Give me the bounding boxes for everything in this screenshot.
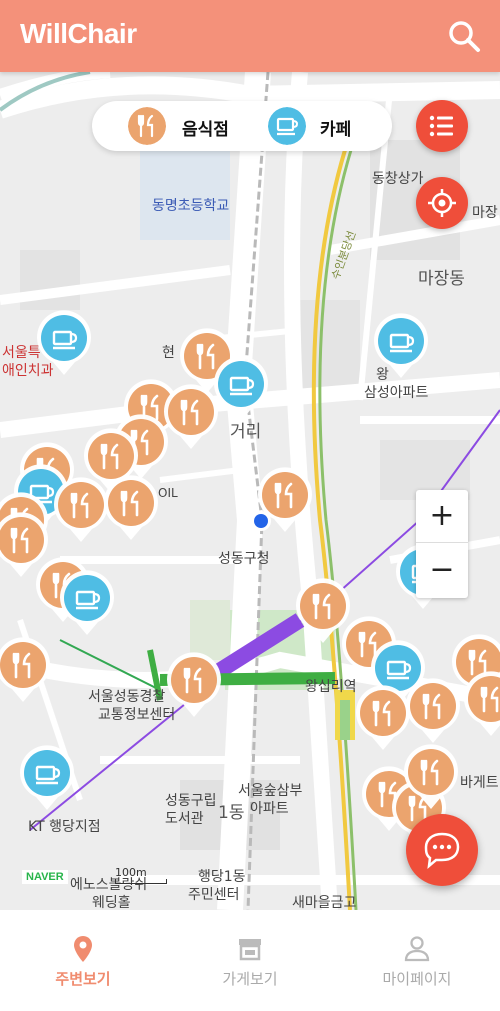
map-label-samsung-apt-2: 삼성아파트 [364, 385, 429, 401]
restaurant-filter-icon[interactable] [128, 107, 166, 145]
nav-mypage[interactable]: 마이페이지 [334, 910, 500, 1011]
restaurant-marker[interactable] [0, 637, 52, 703]
list-icon [429, 115, 453, 137]
category-filter: 음식점 카페 [92, 101, 392, 151]
location-pin-icon [74, 936, 92, 962]
cafe-marker[interactable] [372, 313, 430, 379]
nav-stores[interactable]: 가게보기 [167, 910, 333, 1011]
app-header: WillChair [0, 0, 500, 72]
map-label-oil: OIL [158, 486, 178, 500]
zoom-in-button[interactable]: + [416, 490, 468, 543]
person-icon [404, 936, 430, 962]
nav-nearby[interactable]: 주변보기 [0, 910, 166, 1011]
map-label-majang-short: 마장 [472, 205, 498, 221]
map-label-school: 동명초등학교 [152, 198, 230, 214]
chat-bubble-icon [424, 832, 460, 870]
map-label-seoul-forest-1: 서울숲삼부 [238, 783, 303, 799]
naver-logo: NAVER [22, 870, 68, 884]
crosshair-icon [428, 189, 456, 217]
map-label-seoul-forest-2: 아파트 [250, 801, 289, 817]
map-label-bakery: 바게트 [460, 775, 499, 791]
map-label-dong: 1동 [218, 803, 245, 823]
map-label-hyeon: 현 [162, 345, 175, 361]
restaurant-marker[interactable] [256, 467, 314, 533]
restaurant-marker[interactable] [462, 671, 500, 737]
nav-nearby-label: 주변보기 [55, 970, 111, 988]
chat-button[interactable] [406, 814, 478, 886]
restaurant-marker[interactable] [402, 744, 460, 810]
restaurant-marker[interactable] [162, 384, 220, 450]
cafe-marker[interactable] [58, 570, 116, 636]
restaurant-filter-label[interactable]: 음식점 [182, 115, 229, 140]
my-location-button[interactable] [416, 177, 468, 229]
map-label-majang-dong: 마장동 [418, 269, 465, 289]
search-icon[interactable] [446, 18, 482, 54]
cafe-filter-icon[interactable] [268, 107, 306, 145]
list-view-button[interactable] [416, 100, 468, 152]
map-label-wedding-2: 웨딩홀 [92, 895, 131, 910]
map-scale: 100m [115, 866, 167, 884]
cafe-filter-label[interactable]: 카페 [320, 115, 351, 140]
bottom-nav: 주변보기 가게보기 마이페이지 [0, 910, 500, 1011]
map-scale-label: 100m [115, 866, 147, 879]
map-label-community-1: 행당1동 [198, 869, 246, 885]
map-label-police-2: 교통정보센터 [98, 707, 176, 723]
map-label-kt: KT 행당지점 [28, 819, 101, 835]
zoom-control: + − [416, 490, 468, 598]
app-title: WillChair [20, 18, 137, 49]
map-scale-bar [115, 879, 167, 884]
zoom-out-button[interactable]: − [416, 544, 468, 596]
restaurant-marker[interactable] [165, 652, 223, 718]
map-label-police-1: 서울성동경찰 [88, 689, 166, 705]
cafe-marker[interactable] [18, 745, 76, 811]
cafe-marker[interactable] [35, 310, 93, 376]
cafe-marker[interactable] [212, 356, 270, 422]
nav-mypage-label: 마이페이지 [382, 970, 452, 988]
map-label-district-office: 성동구청 [218, 551, 270, 567]
restaurant-marker[interactable] [102, 475, 160, 541]
map-label-library-1: 성동구립 [165, 793, 217, 809]
map-label-library-2: 도서관 [165, 811, 204, 827]
store-icon [239, 939, 261, 961]
map-label-credit-union: 새마을금고 [292, 895, 357, 910]
map-label-community-2: 주민센터 [188, 887, 240, 903]
nav-stores-label: 가게보기 [222, 970, 278, 988]
